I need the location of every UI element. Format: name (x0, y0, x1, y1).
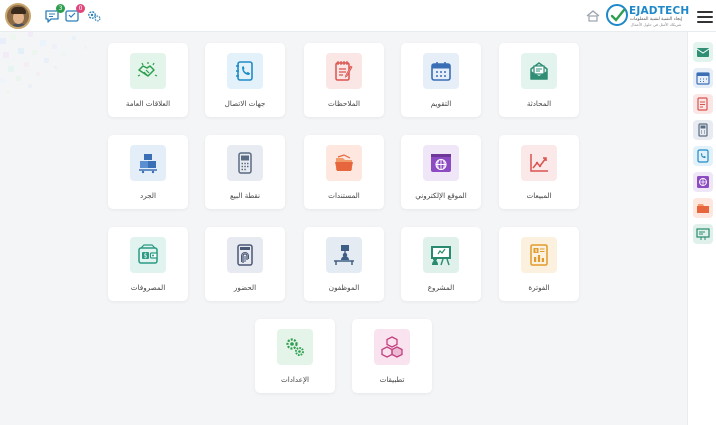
right-sidebar (687, 32, 716, 425)
module-tile (130, 53, 166, 89)
module-card-notes[interactable]: الملاحظات (304, 43, 384, 117)
module-card-apps[interactable]: تطبيقات (352, 319, 432, 393)
calendar-icon (696, 72, 710, 85)
module-label: المشروع (427, 283, 455, 292)
module-card-pos[interactable]: نقطة البيع (205, 135, 285, 209)
module-label: تطبيقات (379, 375, 405, 384)
sidebar-item-pos[interactable] (693, 120, 713, 140)
module-tile (423, 145, 459, 181)
module-label: الموقع الإلكتروني (415, 191, 467, 200)
sidebar-item-calendar[interactable] (693, 68, 713, 88)
module-card-employees[interactable]: الموظفون (304, 227, 384, 301)
module-label: التقويم (430, 99, 452, 108)
apps-cubes-icon (381, 336, 403, 358)
module-card-invoicing[interactable]: $ الفوترة (499, 227, 579, 301)
notes-icon (335, 61, 353, 81)
module-label: المبيعات (526, 191, 552, 200)
expenses-wallet-icon: $ (138, 244, 158, 264)
svg-text:$: $ (535, 248, 538, 254)
module-label: الجرد (140, 191, 156, 200)
website-globe-icon (431, 154, 451, 172)
notes-icon (697, 97, 708, 111)
home-icon[interactable] (586, 9, 600, 23)
module-card-project[interactable]: المشروع (401, 227, 481, 301)
module-tile: $ (130, 237, 166, 273)
sidebar-item-contacts[interactable] (693, 146, 713, 166)
module-card-settings[interactable]: الإعدادات (255, 319, 335, 393)
menu-toggle-button[interactable] (697, 11, 713, 23)
module-tile (227, 145, 263, 181)
website-globe-icon (697, 176, 709, 188)
module-tile (423, 53, 459, 89)
module-tile (227, 237, 263, 273)
sidebar-item-documents[interactable] (693, 198, 713, 218)
notifications-button[interactable]: 0 (64, 4, 85, 24)
svg-text:$: $ (144, 253, 148, 260)
module-label: جهات الاتصال (224, 99, 266, 108)
documents-icon (697, 204, 709, 213)
module-tile (521, 145, 557, 181)
module-tile (277, 329, 313, 365)
invoice-icon: $ (530, 244, 548, 266)
module-tile (374, 329, 410, 365)
sales-chart-icon (530, 154, 548, 172)
module-tile: $ (521, 237, 557, 273)
module-label: العلاقات العامة (125, 99, 171, 108)
module-card-calendar[interactable]: التقويم (401, 43, 481, 117)
logo-tagline: شريكك الأمثل في حلول الأعمال (630, 22, 682, 27)
module-tile (423, 237, 459, 273)
module-label: الإعدادات (280, 375, 310, 384)
phone-book-icon (236, 61, 253, 81)
module-label: المحادثة (526, 99, 552, 108)
decorative-pattern (0, 32, 87, 94)
logo-text: EJADTECH (629, 5, 690, 17)
pos-terminal-icon (698, 123, 708, 137)
settings-button[interactable] (86, 8, 102, 24)
chat-button[interactable]: 3 (44, 4, 65, 24)
module-tile (227, 53, 263, 89)
notification-badge: 0 (76, 4, 85, 13)
module-card-expenses[interactable]: $ المصروفات (108, 227, 188, 301)
chat-envelope-icon (530, 62, 548, 80)
module-label: الحضور (233, 283, 257, 292)
module-card-chat[interactable]: المحادثة (499, 43, 579, 117)
chat-envelope-icon (696, 48, 710, 57)
top-bar: 3 0 EJADTECH إيجاد التقنية لتقنية المعلو… (0, 0, 716, 32)
project-board-icon (431, 246, 451, 266)
calendar-icon (431, 62, 451, 81)
sidebar-item-notes[interactable] (693, 94, 713, 114)
module-card-website[interactable]: الموقع الإلكتروني (401, 135, 481, 209)
module-card-attendance[interactable]: الحضور (205, 227, 285, 301)
module-card-inventory[interactable]: الجرد (108, 135, 188, 209)
sidebar-item-website[interactable] (693, 172, 713, 192)
user-avatar[interactable] (5, 3, 31, 29)
employee-desk-icon (334, 245, 354, 265)
sidebar-item-chat[interactable] (693, 42, 713, 62)
project-board-icon (696, 228, 710, 240)
module-label: الفوترة (528, 283, 550, 292)
module-label: الملاحظات (328, 99, 360, 108)
phone-book-icon (697, 149, 709, 163)
documents-icon (335, 154, 353, 171)
module-tile (326, 237, 362, 273)
pos-terminal-icon (238, 152, 252, 174)
sidebar-item-project[interactable] (693, 224, 713, 244)
module-label: الموظفون (328, 283, 360, 292)
module-label: نقطة البيع (229, 191, 261, 200)
settings-gears-icon (286, 338, 304, 356)
module-card-contacts[interactable]: جهات الاتصال (205, 43, 285, 117)
settings-icon (88, 11, 101, 22)
attendance-fingerprint-icon (237, 244, 253, 266)
module-label: المصروفات (130, 283, 166, 292)
module-tile (326, 53, 362, 89)
module-tile (326, 145, 362, 181)
module-label: المستندات (328, 191, 360, 200)
module-card-documents[interactable]: المستندات (304, 135, 384, 209)
module-card-sales[interactable]: المبيعات (499, 135, 579, 209)
handshake-icon (137, 62, 158, 77)
module-tile (521, 53, 557, 89)
inventory-boxes-icon (139, 154, 157, 174)
module-tile (130, 145, 166, 181)
module-card-public-relations[interactable]: العلاقات العامة (108, 43, 188, 117)
